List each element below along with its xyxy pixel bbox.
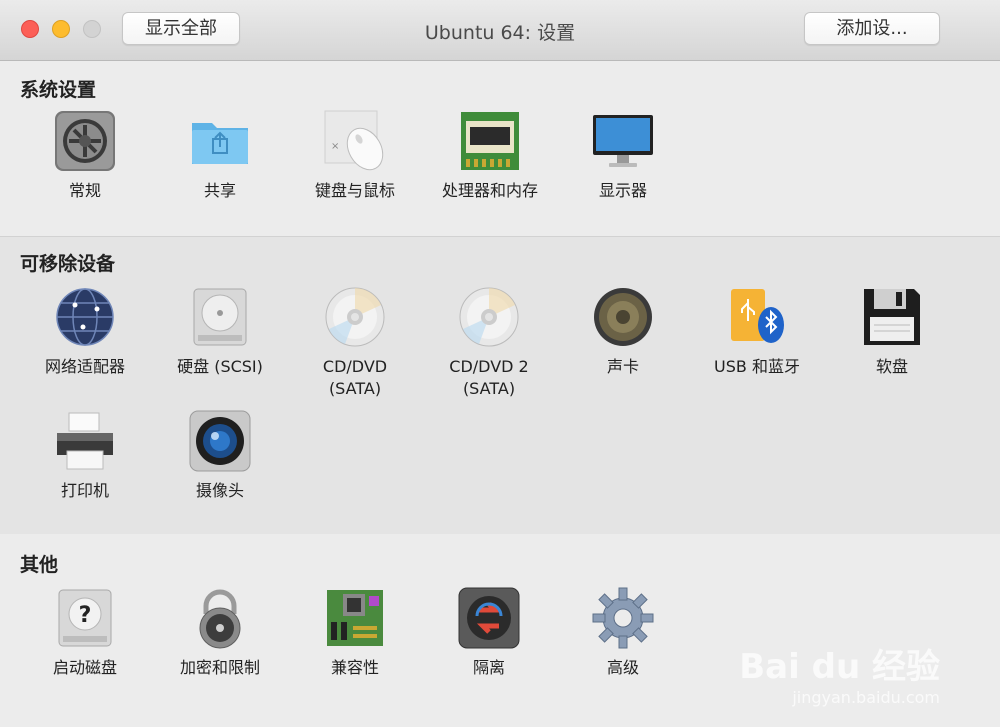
settings-window: 显示全部 Ubuntu 64: 设置 添加设... 系统设置 常规 共享 × 键…: [0, 0, 1000, 727]
removable-devices-section: 可移除设备 网络适配器 硬盘 (SCSI) CD/DVD (SATA) CD/D…: [0, 236, 1000, 535]
shared-folder-icon: [188, 109, 252, 173]
other-startup-disk[interactable]: ? 启动磁盘: [20, 586, 150, 679]
device-label: USB 和蓝牙: [714, 357, 800, 376]
device-label: 硬盘 (SCSI): [177, 357, 263, 376]
other-label: 高级: [606, 658, 639, 677]
svg-text:×: ×: [331, 141, 339, 152]
close-window-button[interactable]: [21, 20, 39, 38]
keyboard-mouse-icon: ×: [323, 109, 387, 173]
pref-label: 常规: [68, 181, 101, 200]
device-cd-dvd[interactable]: CD/DVD (SATA): [290, 285, 420, 400]
device-hard-disk[interactable]: 硬盘 (SCSI): [155, 285, 285, 378]
device-network-adapter[interactable]: 网络适配器: [20, 285, 150, 378]
pref-label: 键盘与鼠标: [314, 181, 395, 200]
device-printer[interactable]: 打印机: [20, 409, 150, 502]
pref-sharing[interactable]: 共享: [155, 109, 285, 202]
padlock-icon: [188, 586, 252, 650]
device-label: 声卡: [606, 357, 639, 376]
hard-disk-icon: [188, 285, 252, 349]
title-bar: 显示全部 Ubuntu 64: 设置 添加设...: [0, 0, 1000, 61]
isolation-icon: [457, 586, 521, 650]
other-compatibility[interactable]: 兼容性: [290, 586, 420, 679]
pref-general[interactable]: 常规: [20, 109, 150, 202]
other-label: 隔离: [472, 658, 505, 677]
pref-processor-memory[interactable]: 处理器和内存: [425, 109, 555, 202]
device-cd-dvd-2[interactable]: CD/DVD 2 (SATA): [424, 285, 554, 400]
other-isolation[interactable]: 隔离: [424, 586, 554, 679]
device-floppy[interactable]: 软盘: [827, 285, 957, 378]
pref-label: 共享: [203, 181, 236, 200]
other-label: 启动磁盘: [52, 658, 117, 677]
disc-icon: [323, 285, 387, 349]
camera-icon: [188, 409, 252, 473]
other-label: 兼容性: [330, 658, 379, 677]
pref-display[interactable]: 显示器: [558, 109, 688, 202]
gear-switch-icon: [53, 109, 117, 173]
device-label: 网络适配器: [44, 357, 125, 376]
advanced-gear-icon: [591, 586, 655, 650]
floppy-icon: [860, 285, 924, 349]
zoom-window-button[interactable]: [83, 20, 101, 38]
watermark: Bai du 经验 jingyan.baidu.com: [739, 639, 940, 707]
minimize-window-button[interactable]: [52, 20, 70, 38]
section-title-removable: 可移除设备: [20, 253, 116, 275]
section-title-other: 其他: [20, 554, 59, 576]
add-device-button[interactable]: 添加设...: [804, 12, 940, 45]
network-globe-icon: [53, 285, 117, 349]
pref-keyboard-mouse[interactable]: × 键盘与鼠标: [290, 109, 420, 202]
device-label: 软盘: [875, 357, 908, 376]
other-encryption[interactable]: 加密和限制: [155, 586, 285, 679]
other-advanced[interactable]: 高级: [558, 586, 688, 679]
device-usb-bluetooth[interactable]: USB 和蓝牙: [692, 285, 822, 378]
show-all-button[interactable]: 显示全部: [122, 12, 240, 45]
device-sound-card[interactable]: 声卡: [558, 285, 688, 378]
device-camera[interactable]: 摄像头: [155, 409, 285, 502]
memory-chip-icon: [458, 109, 522, 173]
usb-bluetooth-icon: [725, 285, 789, 349]
pref-label: 显示器: [598, 181, 647, 200]
startup-disk-icon: ?: [53, 586, 117, 650]
monitor-icon: [591, 109, 655, 173]
printer-icon: [53, 409, 117, 473]
watermark-url: jingyan.baidu.com: [792, 688, 940, 707]
disc-icon: [457, 285, 521, 349]
motherboard-icon: [323, 586, 387, 650]
system-settings-section: 系统设置 常规 共享 × 键盘与鼠标 处理器和内存 显示器: [0, 61, 1000, 235]
speaker-icon: [591, 285, 655, 349]
other-section: 其他 ? 启动磁盘 加密和限制 兼容性 隔离 高级 Bai du 经验 jing…: [0, 534, 1000, 727]
watermark-brand: Bai du 经验: [739, 647, 940, 687]
pref-label: 处理器和内存: [441, 181, 538, 200]
section-title-system: 系统设置: [20, 79, 97, 101]
device-label: 打印机: [60, 481, 109, 500]
device-label: CD/DVD 2 (SATA): [449, 357, 529, 398]
svg-text:?: ?: [79, 603, 92, 628]
device-label: 摄像头: [195, 481, 244, 500]
other-label: 加密和限制: [179, 658, 260, 677]
device-label: CD/DVD (SATA): [322, 357, 388, 398]
